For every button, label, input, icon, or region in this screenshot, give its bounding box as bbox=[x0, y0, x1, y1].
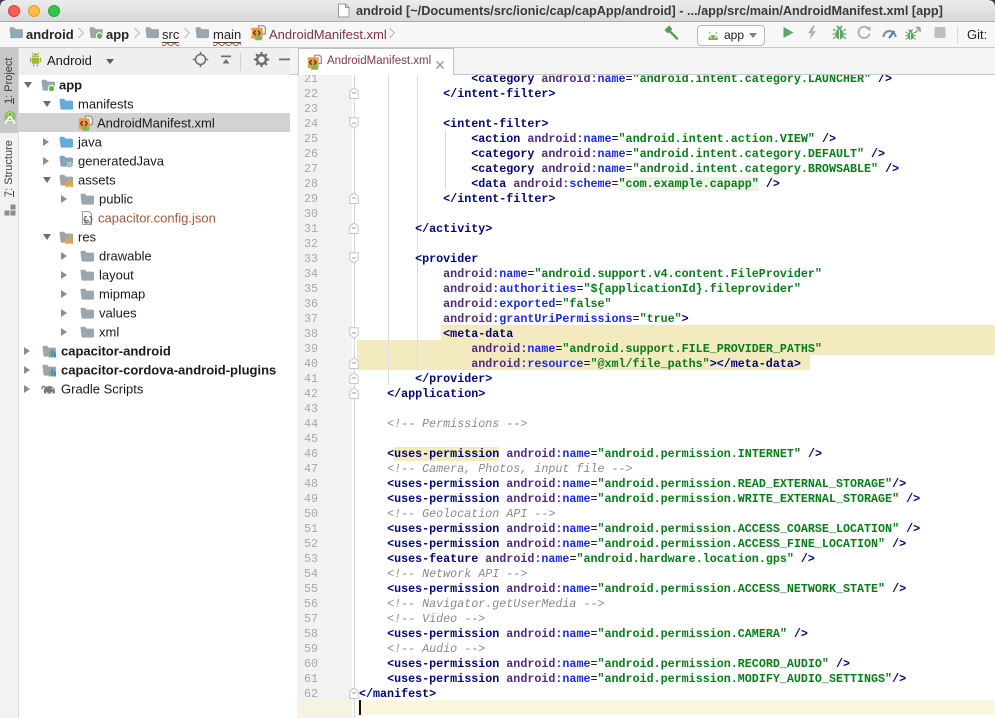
svg-text:}: } bbox=[88, 214, 93, 224]
